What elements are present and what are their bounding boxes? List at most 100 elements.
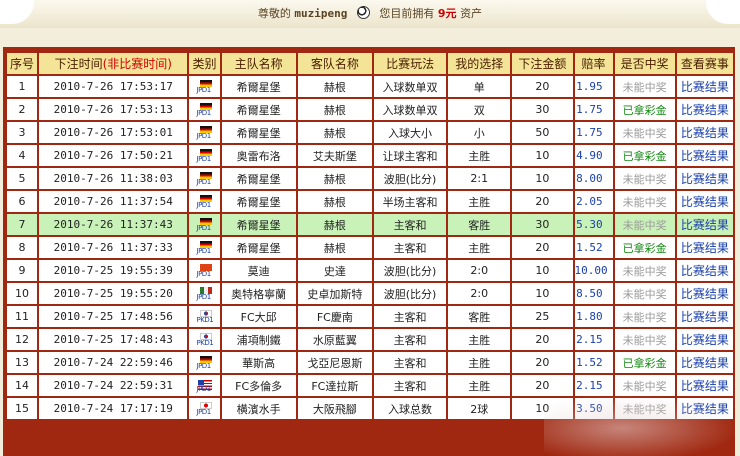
league-flag-icon: JPD1 [197,355,213,370]
row-bet-time: 2010-7-24 22:59:46 [39,352,188,373]
table-row: 12 2010-7-25 17:48:43 PKD1 浦項制鐵 水原藍翼 主客和 主胜 20 2… [7,329,733,350]
row-home-team: 希爾星堡 [221,168,296,189]
row-type: PKD1 [189,306,220,327]
row-odds: 4.90 [574,145,613,166]
row-seq: 5 [7,168,38,189]
match-result-link[interactable]: 比赛结果 [676,306,733,327]
table-row: 3 2010-7-26 17:53:01 JPD1 希爾星堡 赫根 入球大小小 50 1.75… [7,122,733,143]
match-result-link[interactable]: 比赛结果 [676,168,733,189]
row-type: JPD1 [189,214,220,235]
league-tag: JPD1 [196,200,212,209]
row-bet-time: 2010-7-26 11:37:33 [39,237,188,258]
row-odds: 8.50 [574,283,613,304]
row-type: JPD1 [189,122,220,143]
row-seq: 11 [7,306,38,327]
row-home-team: 奥特格寧蘭 [221,283,296,304]
row-type: JPD1 [189,191,220,212]
row-type: JPD1 [189,237,220,258]
match-result-link[interactable]: 比赛结果 [676,76,733,97]
row-my-choice: 主胜 [448,375,511,396]
row-home-team: 希爾星堡 [221,99,296,120]
row-type: JPD1 [189,145,220,166]
header-away-team: 客队名称 [297,53,372,74]
row-seq: 4 [7,145,38,166]
row-home-team: 奥雷布洛 [221,145,296,166]
header-seq: 序号 [7,53,38,74]
row-play-type: 主客和 [373,214,447,235]
row-home-team: 希爾星堡 [221,122,296,143]
league-tag: JPD1 [196,131,212,140]
row-away-team: 赫根 [297,168,372,189]
league-tag: JPD1 [196,177,212,186]
row-odds: 2.15 [574,375,613,396]
row-home-team: 希爾星堡 [221,237,296,258]
row-odds: 8.00 [574,168,613,189]
row-bet-amount: 10 [512,168,573,189]
row-home-team: 浦項制鐵 [221,329,296,350]
match-result-link[interactable]: 比赛结果 [676,214,733,235]
row-my-choice: 主胜 [448,191,511,212]
match-result-link[interactable]: 比赛结果 [676,191,733,212]
balance-prefix: 您目前拥有 [379,7,435,20]
table-header-row: 序号 下注时间(非比赛时间) 类别 主队名称 客队名称 比赛玩法 我的选择 下注… [7,53,733,74]
row-away-team: FC達拉斯 [297,375,372,396]
match-result-link[interactable]: 比赛结果 [676,352,733,373]
row-away-team: 赫根 [297,237,372,258]
row-seq: 3 [7,122,38,143]
header-odds: 赔率 [574,53,613,74]
row-prize-status: 未能中奖 [614,168,675,189]
header-view-match: 查看赛事 [676,53,733,74]
row-away-team: 水原藍翼 [297,329,372,350]
row-bet-time: 2010-7-25 19:55:20 [39,283,188,304]
league-tag: PKD1 [196,315,214,324]
bet-history-table: 序号 下注时间(非比赛时间) 类别 主队名称 客队名称 比赛玩法 我的选择 下注… [5,51,735,421]
league-tag: JPD1 [196,246,212,255]
row-odds: 1.95 [574,76,613,97]
row-bet-time: 2010-7-25 17:48:56 [39,306,188,327]
row-prize-status: 未能中奖 [614,260,675,281]
row-home-team: 希爾星堡 [221,214,296,235]
row-bet-amount: 20 [512,329,573,350]
table-body: 1 2010-7-26 17:53:17 JPD1 希爾星堡 赫根 入球数单双单 20 1.9… [7,76,733,419]
row-bet-amount: 20 [512,352,573,373]
match-result-link[interactable]: 比赛结果 [676,398,733,419]
league-flag-icon: PKD1 [196,309,214,324]
table-row: 2 2010-7-26 17:53:13 JPD1 希爾星堡 赫根 入球数单双双 30 1.7… [7,99,733,120]
row-seq: 2 [7,99,38,120]
row-away-team: 赫根 [297,214,372,235]
row-bet-amount: 20 [512,375,573,396]
row-my-choice: 主胜 [448,329,511,350]
row-home-team: 希爾星堡 [221,191,296,212]
row-type: PKD1 [189,329,220,350]
row-my-choice: 2球 [448,398,511,419]
bet-history-frame: 序号 下注时间(非比赛时间) 类别 主队名称 客队名称 比赛玩法 我的选择 下注… [3,47,735,456]
header-my-choice: 我的选择 [448,53,511,74]
row-prize-status: 已拿彩金 [614,99,675,120]
match-result-link[interactable]: 比赛结果 [676,99,733,120]
row-away-team: FC慶南 [297,306,372,327]
row-home-team: FC大邱 [221,306,296,327]
row-home-team: FC多倫多 [221,375,296,396]
row-play-type: 波胆(比分) [373,283,447,304]
row-away-team: 戈亞尼恩斯 [297,352,372,373]
row-play-type: 入球大小 [373,122,447,143]
match-result-link[interactable]: 比赛结果 [676,260,733,281]
table-row: 9 2010-7-25 19:55:39 JPD1 莫迪 史達 波胆(比分) 2:0 10 10… [7,260,733,281]
match-result-link[interactable]: 比赛结果 [676,237,733,258]
match-result-link[interactable]: 比赛结果 [676,375,733,396]
balance-amount: 9元 [437,7,457,20]
row-home-team: 横濱水手 [221,398,296,419]
match-result-link[interactable]: 比赛结果 [676,329,733,350]
table-row: 1 2010-7-26 17:53:17 JPD1 希爾星堡 赫根 入球数单双单 20 1.9… [7,76,733,97]
row-prize-status: 已拿彩金 [614,237,675,258]
match-result-link[interactable]: 比赛结果 [676,283,733,304]
match-result-link[interactable]: 比赛结果 [676,145,733,166]
row-away-team: 赫根 [297,76,372,97]
row-odds: 1.75 [574,122,613,143]
league-tag: JPD1 [196,154,212,163]
match-result-link[interactable]: 比赛结果 [676,122,733,143]
row-bet-amount: 30 [512,214,573,235]
row-my-choice: 单 [448,76,511,97]
row-type: JPD1 [189,398,220,419]
row-play-type: 半场主客和 [373,191,447,212]
